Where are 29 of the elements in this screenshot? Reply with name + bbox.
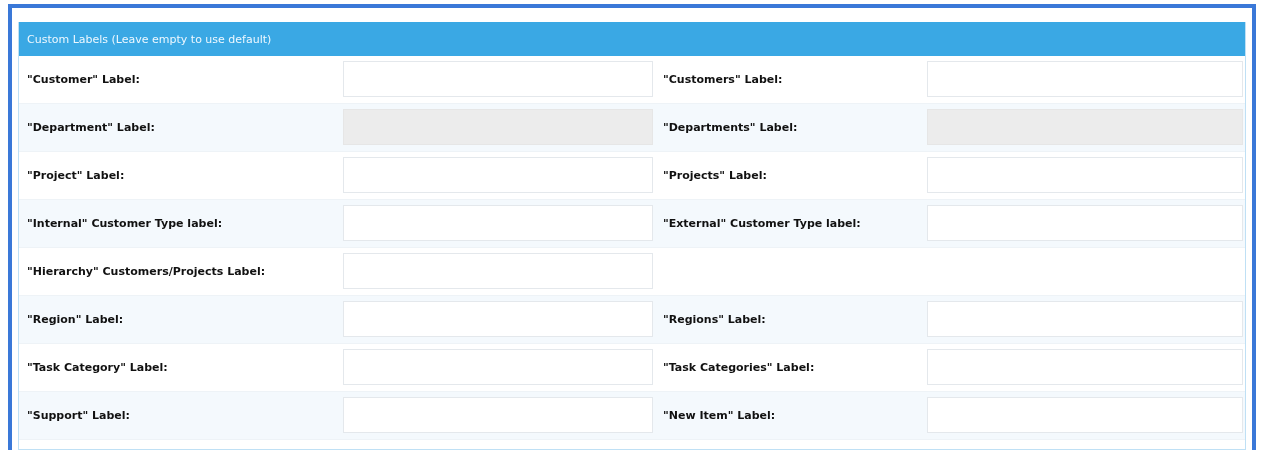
field-label: "External" Customer Type label: bbox=[663, 217, 861, 230]
field-label: "Project" Label: bbox=[27, 169, 125, 182]
input-field[interactable] bbox=[343, 397, 653, 433]
input-field[interactable] bbox=[927, 301, 1243, 337]
field-label: "Regions" Label: bbox=[663, 313, 766, 326]
input-field[interactable] bbox=[927, 157, 1243, 193]
input-field[interactable] bbox=[343, 205, 653, 241]
input-field[interactable] bbox=[343, 157, 653, 193]
field-label: "New Item" Label: bbox=[663, 409, 776, 422]
field-label: "Region" Label: bbox=[27, 313, 124, 326]
input-field[interactable] bbox=[343, 301, 653, 337]
field-label: "Customers" Label: bbox=[663, 73, 783, 86]
field-label: "Department" Label: bbox=[27, 121, 155, 134]
panel-title: Custom Labels (Leave empty to use default) bbox=[19, 22, 1245, 56]
field-label: "Support" Label: bbox=[27, 409, 130, 422]
field-label: "Task Category" Label: bbox=[27, 361, 168, 374]
field-label: "Departments" Label: bbox=[663, 121, 798, 134]
input-field[interactable] bbox=[343, 253, 653, 289]
input-field[interactable] bbox=[343, 61, 653, 97]
field-label: "Internal" Customer Type label: bbox=[27, 217, 223, 230]
field-label: "Customer" Label: bbox=[27, 73, 140, 86]
input-field[interactable] bbox=[343, 349, 653, 385]
input-field[interactable] bbox=[927, 349, 1243, 385]
input-field[interactable] bbox=[927, 205, 1243, 241]
field-label: "Hierarchy" Customers/Projects Label: bbox=[27, 265, 266, 278]
input-field[interactable] bbox=[927, 61, 1243, 97]
input-field[interactable] bbox=[927, 397, 1243, 433]
field-label: "Projects" Label: bbox=[663, 169, 767, 182]
field-label: "Task Categories" Label: bbox=[663, 361, 815, 374]
